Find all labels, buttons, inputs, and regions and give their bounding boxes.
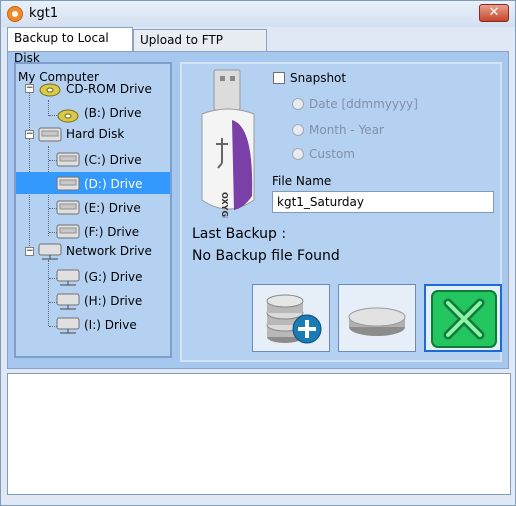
network-drive-icon <box>56 317 80 334</box>
tree-drive-b[interactable]: (B:) Drive <box>84 102 141 124</box>
last-backup-label: Last Backup : <box>192 226 287 242</box>
radio-custom-label: Custom <box>309 147 355 161</box>
tree-drive-c[interactable]: (C:) Drive <box>84 149 142 171</box>
network-drive-icon <box>56 269 80 286</box>
hard-disk-icon <box>38 127 62 142</box>
close-button[interactable]: ✕ <box>479 4 509 22</box>
usb-brand-text: OXYGEN <box>220 192 229 218</box>
log-output-area[interactable] <box>7 373 511 495</box>
tree-drive-e[interactable]: (E:) Drive <box>84 197 141 219</box>
tree-drive-d[interactable]: (D:) Drive <box>84 173 142 195</box>
app-icon <box>7 6 23 22</box>
file-name-label: File Name <box>272 174 332 188</box>
radio-date[interactable] <box>292 98 304 110</box>
cancel-button[interactable] <box>424 284 502 352</box>
tree-line <box>48 100 49 116</box>
tree-group-network-drive[interactable]: Network Drive <box>66 240 152 262</box>
network-drive-icon <box>56 293 80 310</box>
snapshot-label: Snapshot <box>290 71 347 85</box>
tree-drive-i[interactable]: (I:) Drive <box>84 314 137 336</box>
tree-group-hard-disk[interactable]: Hard Disk <box>66 123 124 145</box>
title-bar: kgt1 ✕ <box>1 1 515 27</box>
expander-network-drive[interactable]: − <box>25 247 34 256</box>
disk-icon <box>348 307 406 336</box>
expander-hard-disk[interactable]: − <box>25 130 34 139</box>
last-backup-value: No Backup file Found <box>192 248 340 264</box>
database-add-icon <box>266 294 322 344</box>
hard-drive-icon <box>56 224 80 239</box>
tree-drive-h[interactable]: (H:) Drive <box>84 290 142 312</box>
tree-line <box>48 260 49 326</box>
tab-content: My Computer − CD-ROM Drive (B:) Drive − <box>7 51 509 369</box>
radio-date-label: Date [ddmmyyyy] <box>309 97 418 111</box>
snapshot-checkbox[interactable] <box>273 72 285 84</box>
tab-backup-local[interactable]: Backup to Local Disk <box>7 27 133 65</box>
close-x-icon <box>431 290 497 348</box>
backup-button[interactable] <box>252 284 330 352</box>
file-name-input[interactable]: kgt1_Saturday <box>272 191 494 213</box>
radio-month-year[interactable] <box>292 124 304 136</box>
window-title: kgt1 <box>29 6 59 21</box>
tree-drive-g[interactable]: (G:) Drive <box>84 266 143 288</box>
hard-drive-icon <box>56 200 80 215</box>
cdrom-icon <box>39 83 61 97</box>
backup-options-panel: OXYGEN Snapshot Date [ddmmyyyy] Month - … <box>180 62 502 362</box>
drive-tree[interactable]: My Computer − CD-ROM Drive (B:) Drive − <box>14 62 172 358</box>
cdrom-drive-icon <box>57 109 79 123</box>
network-drive-icon <box>38 243 62 260</box>
app-window: kgt1 ✕ Backup to Local Disk Upload to FT… <box>0 0 516 506</box>
usb-drive-icon: OXYGEN <box>201 69 255 218</box>
hard-drive-icon <box>56 176 80 191</box>
radio-month-year-label: Month - Year <box>309 123 384 137</box>
tree-group-cdrom[interactable]: CD-ROM Drive <box>66 78 152 100</box>
radio-custom[interactable] <box>292 148 304 160</box>
tab-upload-ftp[interactable]: Upload to FTP Server <box>133 29 267 67</box>
hard-drive-icon <box>56 152 80 167</box>
expander-cdrom[interactable]: − <box>25 84 34 93</box>
disk-button[interactable] <box>338 284 416 352</box>
